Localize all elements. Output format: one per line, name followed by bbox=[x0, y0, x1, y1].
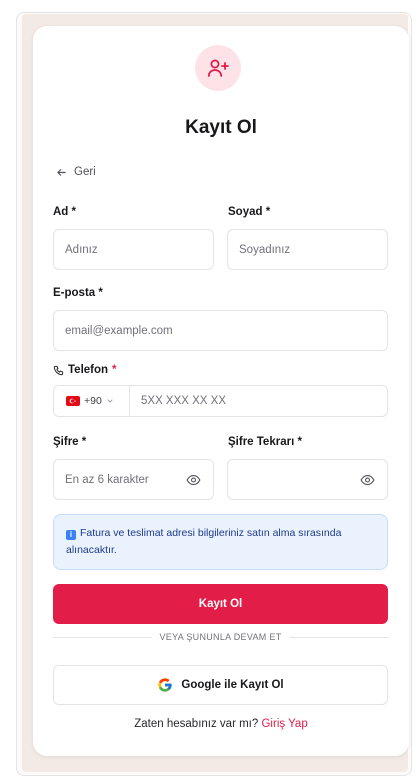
user-plus-icon bbox=[207, 59, 229, 77]
info-icon: i bbox=[66, 530, 76, 540]
first-name-input[interactable]: Adınız bbox=[53, 229, 214, 270]
country-code: +90 bbox=[84, 395, 102, 407]
email-label: E-posta * bbox=[53, 287, 103, 299]
google-icon bbox=[158, 678, 173, 692]
turkey-flag-icon bbox=[66, 396, 80, 406]
divider-line bbox=[289, 636, 388, 638]
phone-label: Telefon * bbox=[53, 364, 117, 376]
login-link[interactable]: Giriş Yap bbox=[261, 718, 307, 730]
password-label: Şifre * bbox=[53, 436, 87, 448]
google-register-button[interactable]: Google ile Kayıt Ol bbox=[53, 665, 388, 705]
phone-field: +90 5XX XXX XX XX bbox=[53, 385, 388, 417]
info-text: Fatura ve teslimat adresi bilgileriniz s… bbox=[66, 527, 342, 556]
last-name-label: Soyad * bbox=[228, 206, 271, 218]
chevron-down-icon bbox=[107, 399, 113, 403]
password-confirm-label: Şifre Tekrarı * bbox=[228, 436, 302, 448]
country-code-select[interactable]: +90 bbox=[54, 386, 130, 416]
page-title: Kayıt Ol bbox=[185, 117, 257, 138]
register-card: Kayıt Ol Geri Ad * Soyad * Adınız Soyadı… bbox=[33, 26, 409, 756]
login-prompt-text: Zaten hesabınız var mı? bbox=[134, 718, 259, 730]
back-link[interactable]: Geri bbox=[56, 166, 96, 178]
register-button[interactable]: Kayıt Ol bbox=[53, 584, 388, 624]
divider-text: VEYA ŞUNUNLA DEVAM ET bbox=[159, 632, 282, 642]
phone-icon bbox=[53, 365, 64, 375]
divider: VEYA ŞUNUNLA DEVAM ET bbox=[53, 630, 388, 644]
arrow-left-icon bbox=[57, 168, 66, 176]
email-input[interactable]: email@example.com bbox=[53, 310, 388, 351]
password-confirm-input[interactable] bbox=[227, 459, 388, 500]
password-input[interactable]: En az 6 karakter bbox=[53, 459, 214, 500]
header-icon-circle bbox=[195, 45, 241, 91]
last-name-input[interactable]: Soyadınız bbox=[227, 229, 388, 270]
divider-line bbox=[53, 636, 152, 638]
google-button-label: Google ile Kayıt Ol bbox=[181, 679, 284, 691]
first-name-label: Ad * bbox=[53, 206, 77, 218]
phone-input[interactable]: 5XX XXX XX XX bbox=[130, 386, 387, 416]
info-notice: i Fatura ve teslimat adresi bilgileriniz … bbox=[53, 514, 388, 570]
login-prompt: Zaten hesabınız var mı? Giriş Yap bbox=[33, 718, 409, 730]
back-label: Geri bbox=[74, 166, 96, 178]
eye-icon[interactable] bbox=[186, 473, 201, 490]
eye-icon[interactable] bbox=[360, 473, 375, 490]
